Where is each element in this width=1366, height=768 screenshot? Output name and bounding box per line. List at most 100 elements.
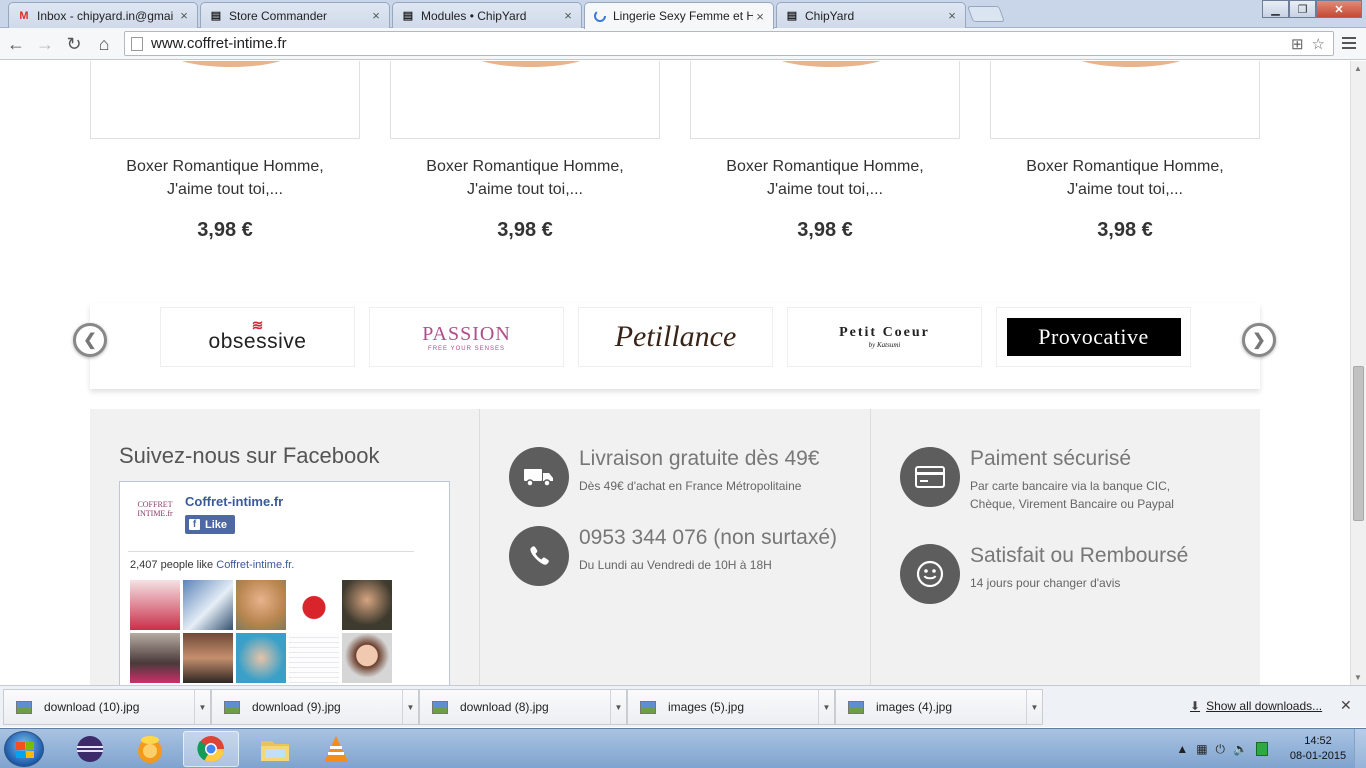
product-image[interactable] xyxy=(990,61,1260,139)
like-count-link[interactable]: Coffret-intime.fr. xyxy=(216,559,294,571)
download-arrow-icon: ⬇ xyxy=(1190,699,1201,713)
carousel-prev-button[interactable]: ❮ xyxy=(73,323,107,357)
chevron-down-icon[interactable]: ▼ xyxy=(402,690,418,724)
scrollbar-thumb[interactable] xyxy=(1353,366,1364,521)
chevron-down-icon[interactable]: ▼ xyxy=(194,690,210,724)
start-button[interactable] xyxy=(4,731,44,767)
power-icon[interactable]: ⏻ xyxy=(1216,742,1226,757)
bookmark-star-icon[interactable]: ☆ xyxy=(1312,35,1325,53)
avatar[interactable] xyxy=(236,633,286,683)
close-icon[interactable]: × xyxy=(561,8,575,23)
tab-lingerie-active[interactable]: Lingerie Sexy Femme et H × xyxy=(584,2,774,29)
product-price: 3,98 € xyxy=(197,219,253,241)
product-card[interactable]: Boxer Romantique Homme, J'aime tout toi,… xyxy=(690,61,960,242)
product-price: 3,98 € xyxy=(1097,219,1153,241)
avatar[interactable] xyxy=(130,633,180,683)
network-icon[interactable]: ▦ xyxy=(1196,742,1207,756)
facebook-like-button[interactable]: f Like xyxy=(185,515,235,534)
close-icon[interactable]: × xyxy=(369,8,383,23)
product-image[interactable] xyxy=(90,61,360,139)
avatar[interactable] xyxy=(130,580,180,630)
address-bar[interactable]: www.coffret-intime.fr ⊞ ☆ xyxy=(124,31,1334,56)
close-icon[interactable]: × xyxy=(945,8,959,23)
product-name[interactable]: Boxer Romantique Homme, J'aime tout toi,… xyxy=(990,155,1260,201)
show-all-downloads-link[interactable]: ⬇ Show all downloads... xyxy=(1190,699,1322,713)
download-item[interactable]: download (8).jpg ▼ xyxy=(419,689,627,725)
chevron-down-icon[interactable]: ▼ xyxy=(818,690,834,724)
system-tray: ▲ ▦ ⏻ 🔈 14:52 08-01-2015 xyxy=(1176,729,1366,768)
clock-time: 14:52 xyxy=(1304,735,1332,747)
chevron-right-icon: ❯ xyxy=(1252,332,1266,349)
menu-icon[interactable] xyxy=(1340,34,1358,52)
facebook-page-link[interactable]: Coffret-intime.fr xyxy=(185,494,283,509)
avatar[interactable] xyxy=(183,580,233,630)
like-count-text: 2,407 people like xyxy=(130,559,214,571)
avatar[interactable] xyxy=(183,633,233,683)
product-name[interactable]: Boxer Romantique Homme, J'aime tout toi,… xyxy=(690,155,960,201)
close-icon[interactable]: × xyxy=(753,9,767,24)
close-window-button[interactable]: ✕ xyxy=(1316,0,1362,18)
back-icon[interactable]: ← xyxy=(4,32,28,56)
brand-logo-petillance[interactable]: Petillance xyxy=(578,307,773,367)
new-tab-button[interactable] xyxy=(967,6,1005,22)
download-item[interactable]: images (5).jpg ▼ xyxy=(627,689,835,725)
show-hidden-icons-icon[interactable]: ▲ xyxy=(1176,742,1188,756)
brand-logo-petit-coeur[interactable]: Petit Coeur by Katsumi xyxy=(787,307,982,367)
brand-logo-obsessive[interactable]: ≋ obsessive xyxy=(160,307,355,367)
product-card[interactable]: Boxer Romantique Homme, J'aime tout toi,… xyxy=(990,61,1260,242)
scroll-down-icon[interactable]: ▼ xyxy=(1354,673,1362,682)
download-item[interactable]: images (4).jpg ▼ xyxy=(835,689,1043,725)
avatar[interactable] xyxy=(236,580,286,630)
feature-title: 0953 344 076 (non surtaxé) xyxy=(579,526,838,549)
avatar[interactable] xyxy=(289,580,339,630)
brand-logo-passion[interactable]: PASSION FREE YOUR SENSES xyxy=(369,307,564,367)
chrome-icon[interactable] xyxy=(183,731,239,767)
carousel-next-button[interactable]: ❯ xyxy=(1242,323,1276,357)
product-name[interactable]: Boxer Romantique Homme, J'aime tout toi,… xyxy=(90,155,360,201)
translate-icon[interactable]: ⊞ xyxy=(1291,35,1304,53)
maximize-button[interactable]: ❐ xyxy=(1289,0,1316,18)
page-viewport: Boxer Romantique Homme, J'aime tout toi,… xyxy=(0,61,1350,685)
product-card[interactable]: Boxer Romantique Homme, J'aime tout toi,… xyxy=(390,61,660,242)
image-file-icon xyxy=(16,700,32,714)
tab-gmail[interactable]: M Inbox - chipyard.in@gmai × xyxy=(8,2,198,28)
avatar[interactable] xyxy=(289,633,339,683)
chevron-left-icon: ❮ xyxy=(83,332,97,349)
close-icon[interactable]: ✕ xyxy=(1340,697,1352,714)
product-image[interactable] xyxy=(390,61,660,139)
download-item[interactable]: download (10).jpg ▼ xyxy=(3,689,211,725)
tab-chipyard[interactable]: ▤ ChipYard × xyxy=(776,2,966,28)
avatar[interactable] xyxy=(342,633,392,683)
divider xyxy=(128,551,414,552)
gmail-icon: M xyxy=(19,9,29,22)
close-icon[interactable]: × xyxy=(177,8,191,23)
system-clock[interactable]: 14:52 08-01-2015 xyxy=(1282,734,1354,764)
avatar[interactable] xyxy=(342,580,392,630)
page-icon xyxy=(131,36,143,51)
reload-icon[interactable]: ↻ xyxy=(62,32,86,56)
media-player-icon[interactable] xyxy=(122,731,178,767)
download-item[interactable]: download (9).jpg ▼ xyxy=(211,689,419,725)
product-name[interactable]: Boxer Romantique Homme, J'aime tout toi,… xyxy=(390,155,660,201)
tab-store-commander[interactable]: ▤ Store Commander × xyxy=(200,2,390,28)
like-count: 2,407 people like Coffret-intime.fr. xyxy=(130,559,294,571)
product-image[interactable] xyxy=(690,61,960,139)
product-card[interactable]: Boxer Romantique Homme, J'aime tout toi,… xyxy=(90,61,360,242)
page-scrollbar[interactable]: ▲ ▼ xyxy=(1350,61,1366,685)
tab-modules-chipyard[interactable]: ▤ Modules • ChipYard × xyxy=(392,2,582,28)
brand-logo-provocative[interactable]: Provocative xyxy=(996,307,1191,367)
home-icon[interactable]: ⌂ xyxy=(92,32,116,56)
page-logo[interactable]: COFFRET INTIME.fr xyxy=(132,496,178,540)
scroll-up-icon[interactable]: ▲ xyxy=(1354,64,1362,73)
forward-icon[interactable]: → xyxy=(33,32,57,56)
chevron-down-icon[interactable]: ▼ xyxy=(610,690,626,724)
tab-title: Modules • ChipYard xyxy=(421,8,527,23)
minimize-button[interactable]: ▁ xyxy=(1262,0,1289,18)
vlc-icon[interactable] xyxy=(308,731,364,767)
show-desktop-button[interactable] xyxy=(1354,729,1366,768)
file-explorer-icon[interactable] xyxy=(247,731,303,767)
battery-icon[interactable] xyxy=(1256,742,1268,756)
chevron-down-icon[interactable]: ▼ xyxy=(1026,690,1042,724)
volume-muted-icon[interactable]: 🔈 xyxy=(1233,742,1248,756)
eclipse-icon[interactable] xyxy=(62,731,118,767)
